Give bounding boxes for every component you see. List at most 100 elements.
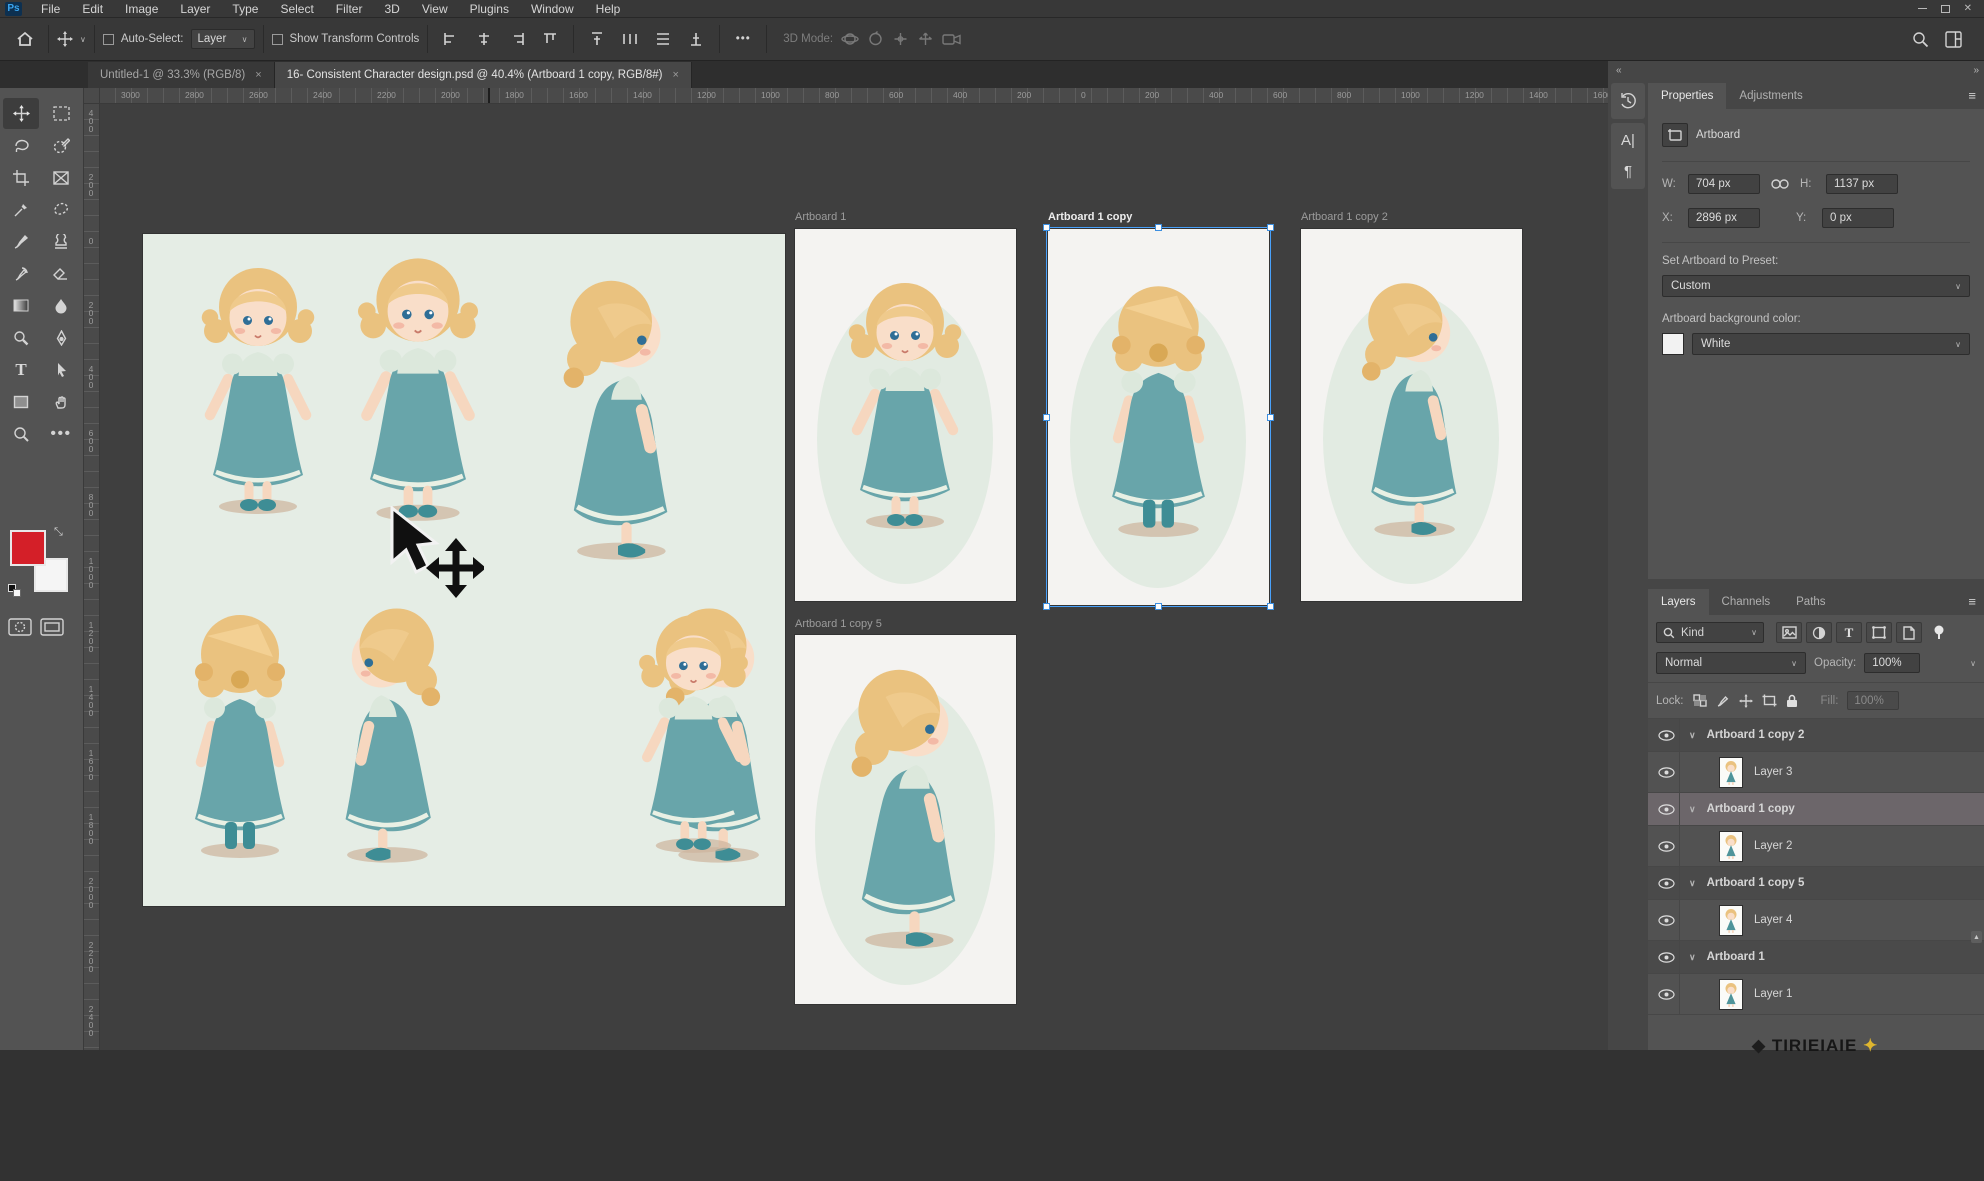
tab-channels[interactable]: Channels bbox=[1709, 589, 1784, 615]
artboard-label-1[interactable]: Artboard 1 bbox=[795, 211, 846, 223]
lock-artboard-icon[interactable] bbox=[1762, 694, 1777, 707]
tool-eyedropper[interactable] bbox=[3, 194, 39, 225]
layer-row-layer-3[interactable]: Layer 3 bbox=[1648, 752, 1984, 793]
layer-row-layer-1[interactable]: Layer 1 bbox=[1648, 974, 1984, 1015]
x-field[interactable]: 2896 px bbox=[1688, 208, 1760, 228]
tool-patch[interactable] bbox=[43, 194, 79, 225]
menu-image[interactable]: Image bbox=[114, 1, 169, 17]
tab-properties[interactable]: Properties bbox=[1648, 83, 1726, 109]
tab-paths[interactable]: Paths bbox=[1783, 589, 1838, 615]
tool-pen[interactable] bbox=[43, 322, 79, 353]
auto-select-checkbox[interactable] bbox=[103, 34, 114, 45]
collapse-panels-icon[interactable]: « bbox=[1616, 65, 1621, 76]
distribute-top-button[interactable] bbox=[582, 26, 612, 52]
visibility-toggle[interactable] bbox=[1654, 974, 1680, 1014]
layer-thumbnail[interactable] bbox=[1719, 757, 1743, 788]
menu-plugins[interactable]: Plugins bbox=[459, 1, 520, 17]
layers-scrollbar[interactable]: ▲ bbox=[1971, 931, 1982, 1181]
visibility-toggle[interactable] bbox=[1654, 900, 1680, 940]
tool-rectangular-marquee[interactable] bbox=[43, 98, 79, 129]
filter-adjustment-layers-button[interactable] bbox=[1806, 622, 1832, 643]
filter-pixel-layers-button[interactable] bbox=[1776, 622, 1802, 643]
document-tab-character-design[interactable]: 16- Consistent Character design.psd @ 40… bbox=[275, 62, 692, 88]
scroll-up-icon[interactable]: ▲ bbox=[1971, 931, 1982, 943]
fill-field[interactable]: 100% bbox=[1847, 691, 1899, 710]
layer-row-artboard-1-copy-2[interactable]: ∨ Artboard 1 copy 2 bbox=[1648, 719, 1984, 752]
preset-select[interactable]: Custom ∨ bbox=[1662, 275, 1970, 297]
restore-icon[interactable] bbox=[1941, 5, 1950, 13]
menu-file[interactable]: File bbox=[30, 1, 71, 17]
layer-thumbnail[interactable] bbox=[1719, 831, 1743, 862]
menu-type[interactable]: Type bbox=[221, 1, 269, 17]
panel-menu-icon[interactable]: ≡ bbox=[1968, 594, 1984, 615]
history-panel-tile[interactable] bbox=[1611, 83, 1645, 119]
artboard-label-1-copy[interactable]: Artboard 1 copy bbox=[1048, 211, 1132, 223]
tool-crop[interactable] bbox=[3, 162, 39, 193]
tool-rectangle[interactable] bbox=[3, 386, 39, 417]
paragraph-panel-icon[interactable]: ¶ bbox=[1624, 163, 1632, 180]
tool-more[interactable]: ••• bbox=[43, 418, 79, 449]
distribute-horizontal-button[interactable] bbox=[615, 26, 645, 52]
ruler-origin-corner[interactable] bbox=[84, 88, 100, 104]
layer-row-artboard-1[interactable]: ∨ Artboard 1 bbox=[1648, 941, 1984, 974]
move-tool-indicator[interactable]: ∨ bbox=[57, 31, 86, 47]
tool-frame[interactable] bbox=[43, 162, 79, 193]
expand-panels-icon[interactable]: » bbox=[1973, 65, 1978, 76]
filter-type-layers-button[interactable]: T bbox=[1836, 622, 1862, 643]
filter-kind-select[interactable]: Kind ∨ bbox=[1656, 622, 1764, 643]
panel-menu-icon[interactable]: ≡ bbox=[1968, 88, 1984, 109]
lock-position-icon[interactable] bbox=[1739, 694, 1753, 708]
menu-edit[interactable]: Edit bbox=[71, 1, 114, 17]
expand-chevron-icon[interactable]: ∨ bbox=[1689, 878, 1696, 889]
menu-view[interactable]: View bbox=[411, 1, 459, 17]
workspace-switcher-icon[interactable] bbox=[1945, 31, 1962, 48]
tab-adjustments[interactable]: Adjustments bbox=[1726, 83, 1815, 109]
height-field[interactable]: 1137 px bbox=[1826, 174, 1898, 194]
foreground-color-swatch[interactable] bbox=[10, 530, 46, 566]
artboard-bg-color-select[interactable]: White ∨ bbox=[1692, 333, 1970, 355]
swap-colors-icon[interactable]: ⤡ bbox=[54, 526, 63, 539]
tool-brush[interactable] bbox=[3, 226, 39, 257]
minimize-icon[interactable] bbox=[1918, 8, 1927, 9]
layer-thumbnail[interactable] bbox=[1719, 905, 1743, 936]
tool-blur[interactable] bbox=[43, 290, 79, 321]
lock-pixels-icon[interactable] bbox=[1716, 694, 1730, 708]
distribute-bottom-button[interactable] bbox=[681, 26, 711, 52]
filter-smart-objects-button[interactable] bbox=[1896, 622, 1922, 643]
tool-quick-selection[interactable] bbox=[43, 130, 79, 161]
artboard-label-1-copy-5[interactable]: Artboard 1 copy 5 bbox=[795, 618, 882, 630]
tool-hand[interactable] bbox=[43, 386, 79, 417]
expand-chevron-icon[interactable]: ∨ bbox=[1689, 952, 1696, 963]
layer-row-artboard-1-copy-5[interactable]: ∨ Artboard 1 copy 5 bbox=[1648, 867, 1984, 900]
more-alignment-options-button[interactable]: ••• bbox=[728, 26, 758, 52]
link-dimensions-icon[interactable] bbox=[1770, 178, 1790, 190]
visibility-toggle[interactable] bbox=[1654, 719, 1680, 751]
tool-move[interactable] bbox=[3, 98, 39, 129]
tool-type[interactable]: T bbox=[3, 354, 39, 385]
y-field[interactable]: 0 px bbox=[1822, 208, 1894, 228]
character-panel-icon[interactable]: A| bbox=[1621, 132, 1635, 149]
layer-thumbnail[interactable] bbox=[1719, 979, 1743, 1010]
artboard-label-1-copy-2[interactable]: Artboard 1 copy 2 bbox=[1301, 211, 1388, 223]
layer-row-layer-4[interactable]: Layer 4 bbox=[1648, 900, 1984, 941]
close-tab-icon[interactable]: × bbox=[673, 69, 679, 81]
expand-chevron-icon[interactable]: ∨ bbox=[1689, 804, 1696, 815]
home-button[interactable] bbox=[10, 26, 40, 52]
close-tab-icon[interactable]: × bbox=[255, 69, 261, 81]
artboard-1[interactable] bbox=[795, 229, 1016, 601]
menu-3d[interactable]: 3D bbox=[373, 1, 410, 17]
visibility-toggle[interactable] bbox=[1654, 826, 1680, 866]
artboard-bg-color-swatch[interactable] bbox=[1662, 333, 1684, 355]
lock-all-icon[interactable] bbox=[1786, 694, 1798, 708]
artboard-1-copy-2[interactable] bbox=[1301, 229, 1522, 601]
show-transform-checkbox[interactable] bbox=[272, 34, 283, 45]
tool-dodge[interactable] bbox=[3, 322, 39, 353]
visibility-toggle[interactable] bbox=[1654, 941, 1680, 973]
filter-shape-layers-button[interactable] bbox=[1866, 622, 1892, 643]
layer-row-artboard-1-copy[interactable]: ∨ Artboard 1 copy bbox=[1648, 793, 1984, 826]
tool-path-selection[interactable] bbox=[43, 354, 79, 385]
document-tab-untitled[interactable]: Untitled-1 @ 33.3% (RGB/8) × bbox=[88, 62, 275, 88]
visibility-toggle[interactable] bbox=[1654, 752, 1680, 792]
canvas-area[interactable]: 3000280026002400220020001800160014001200… bbox=[84, 88, 1608, 1050]
close-icon[interactable]: ✕ bbox=[1964, 5, 1972, 13]
